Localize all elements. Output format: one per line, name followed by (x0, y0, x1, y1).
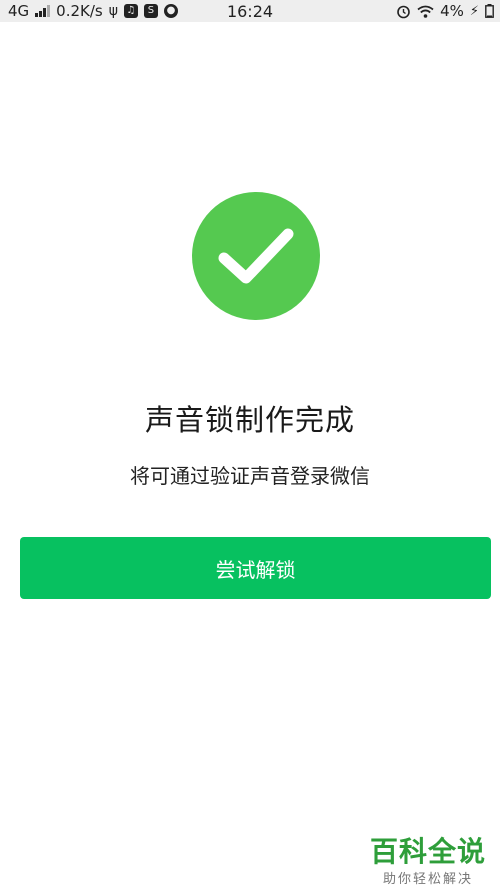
network-type: 4G (8, 2, 30, 20)
app-notification-icon: ♫ (123, 4, 138, 18)
battery-icon (485, 4, 494, 18)
signal-icon (35, 5, 51, 17)
page-title: 声音锁制作完成 (144, 403, 355, 437)
status-left: 4G 0.2K/s ψ ♫ S ● (8, 2, 178, 20)
page-subtitle: 将可通过验证声音登录微信 (130, 464, 370, 488)
battery-level: 4% (440, 2, 464, 20)
network-speed: 0.2K/s (56, 2, 103, 20)
watermark-tagline: 助你轻松解决 (382, 872, 473, 887)
checkmark-circle-icon (192, 192, 320, 320)
usb-icon: ψ (108, 3, 118, 19)
checkmark-icon (218, 228, 294, 284)
watermark-logo: 百科全说 助你轻松解决 (369, 835, 486, 887)
qq-icon: ● (163, 4, 178, 18)
try-unlock-button[interactable]: 尝试解锁 (20, 537, 491, 599)
charging-icon: ⚡ (469, 3, 479, 19)
alarm-icon (397, 5, 410, 18)
watermark-brand: 百科全说 (369, 835, 486, 869)
status-right: 4% ⚡ (396, 2, 494, 20)
page: 4G 0.2K/s ψ ♫ S ● 16:24 4% ⚡ 声音锁制作完成 将可通… (0, 0, 500, 895)
security-notification-icon: S (143, 4, 158, 18)
status-bar: 4G 0.2K/s ψ ♫ S ● 16:24 4% ⚡ (0, 0, 500, 22)
wifi-icon (417, 5, 434, 18)
